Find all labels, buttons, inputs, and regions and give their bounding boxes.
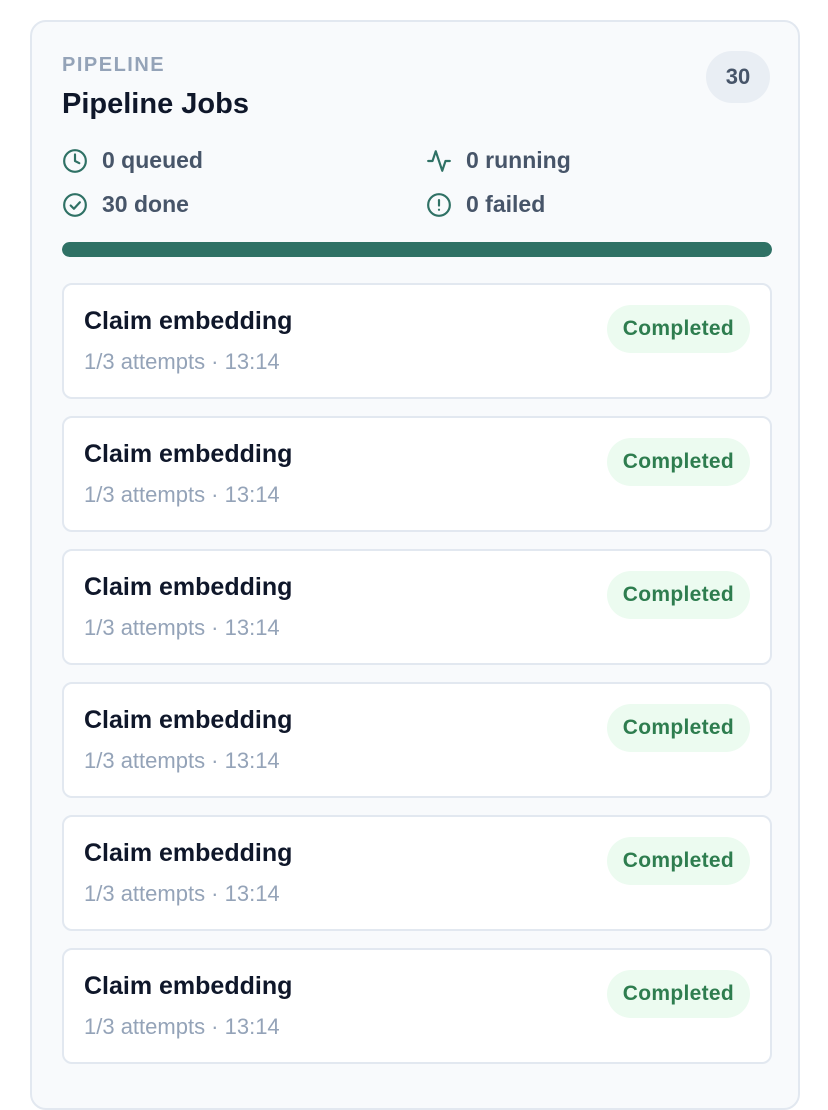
job-title: Claim embedding: [84, 307, 293, 335]
job-card[interactable]: Claim embedding 1/3 attempts · 13:14 Com…: [62, 682, 772, 798]
status-badge: Completed: [606, 438, 750, 486]
status-badge: Completed: [606, 305, 750, 353]
stat-queued: 0 queued: [62, 147, 203, 174]
job-meta: 1/3 attempts · 13:14: [84, 881, 280, 906]
status-badge: Completed: [606, 970, 750, 1018]
total-count-badge: 30: [706, 51, 770, 103]
section-eyebrow: PIPELINE: [62, 54, 166, 76]
page-title: Pipeline Jobs: [62, 88, 249, 120]
job-title: Claim embedding: [84, 440, 293, 468]
job-title: Claim embedding: [84, 839, 293, 867]
check-circle-icon: [62, 192, 88, 218]
job-card[interactable]: Claim embedding 1/3 attempts · 13:14 Com…: [62, 549, 772, 665]
stat-failed: 0 failed: [426, 191, 545, 218]
progress-bar: [62, 242, 772, 257]
activity-icon: [426, 148, 452, 174]
job-list: Claim embedding 1/3 attempts · 13:14 Com…: [62, 283, 772, 1081]
job-card[interactable]: Claim embedding 1/3 attempts · 13:14 Com…: [62, 948, 772, 1064]
progress-bar-fill: [62, 242, 772, 257]
job-title: Claim embedding: [84, 573, 293, 601]
job-meta: 1/3 attempts · 13:14: [84, 615, 280, 640]
job-meta: 1/3 attempts · 13:14: [84, 349, 280, 374]
job-meta: 1/3 attempts · 13:14: [84, 482, 280, 507]
status-badge: Completed: [606, 571, 750, 619]
stat-running-label: 0 running: [466, 147, 571, 173]
pipeline-jobs-panel: PIPELINE Pipeline Jobs 30 0 queued 0 run…: [30, 20, 800, 1110]
stat-queued-label: 0 queued: [102, 147, 203, 173]
stat-failed-label: 0 failed: [466, 191, 546, 217]
alert-circle-icon: [426, 192, 452, 218]
job-card[interactable]: Claim embedding 1/3 attempts · 13:14 Com…: [62, 815, 772, 931]
status-badge: Completed: [606, 837, 750, 885]
stat-done: 30 done: [62, 191, 189, 218]
job-meta: 1/3 attempts · 13:14: [84, 748, 280, 773]
job-meta: 1/3 attempts · 13:14: [84, 1014, 280, 1039]
job-card[interactable]: Claim embedding 1/3 attempts · 13:14 Com…: [62, 416, 772, 532]
job-title: Claim embedding: [84, 972, 293, 1000]
clock-icon: [62, 148, 88, 174]
stat-running: 0 running: [426, 147, 571, 174]
job-title: Claim embedding: [84, 706, 293, 734]
stat-done-label: 30 done: [102, 191, 189, 217]
job-card[interactable]: Claim embedding 1/3 attempts · 13:14 Com…: [62, 283, 772, 399]
status-badge: Completed: [606, 704, 750, 752]
